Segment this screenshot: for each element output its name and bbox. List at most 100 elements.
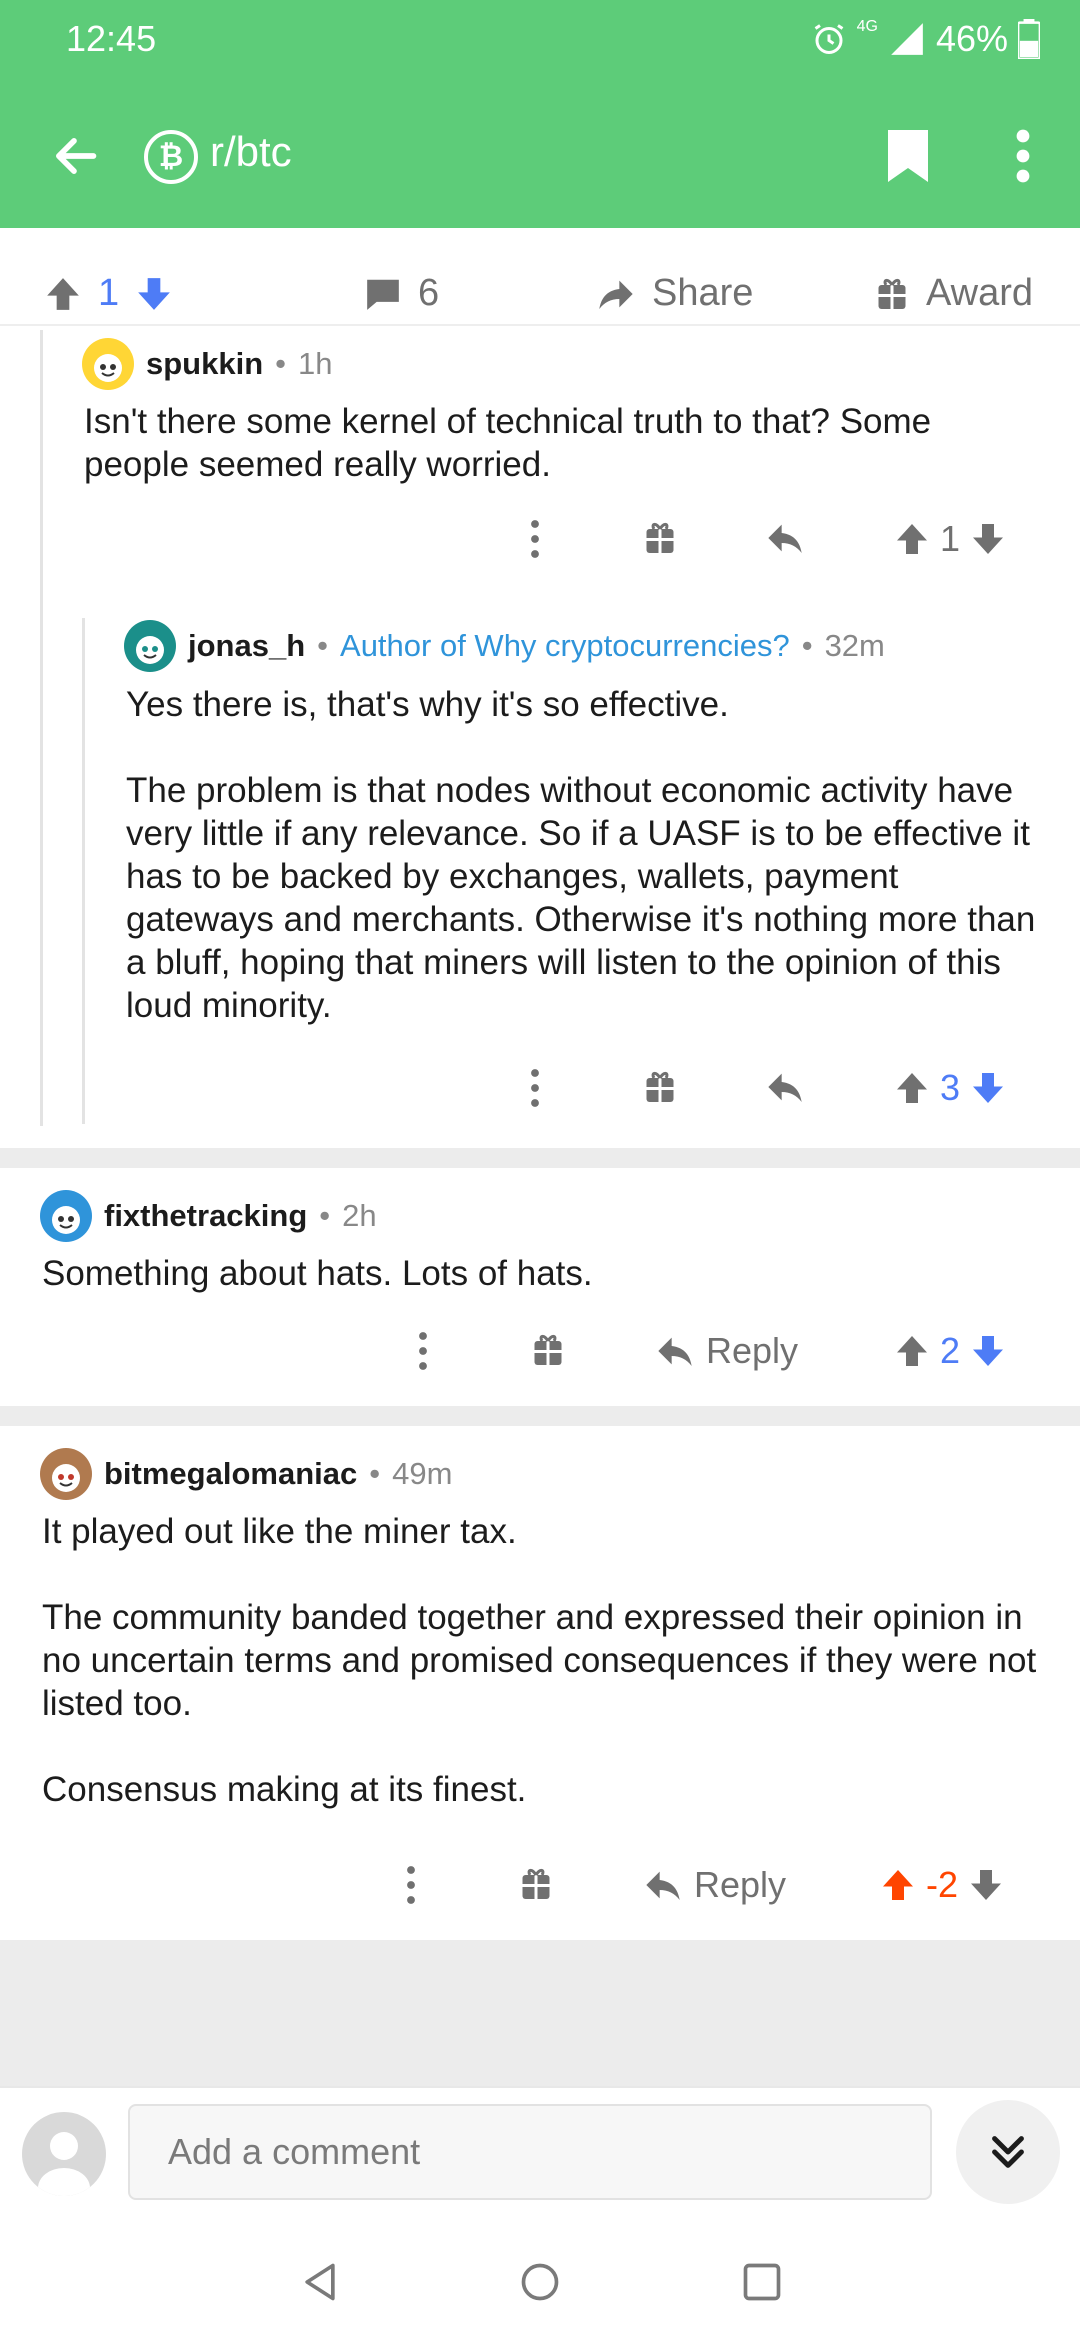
- thread-line: [40, 330, 43, 1126]
- comment-paragraph: Yes there is, that's why it's so effecti…: [126, 685, 729, 724]
- reply-icon[interactable]: [764, 518, 806, 558]
- nav-recents-icon[interactable]: [740, 2260, 784, 2304]
- post-action-bar: 1 6 Share Award: [0, 268, 1080, 326]
- comment-score: 2: [940, 1330, 961, 1371]
- gift-icon[interactable]: [530, 1330, 566, 1370]
- comment-vote: -2: [880, 1864, 1004, 1906]
- comment-composer-bar: Add a comment: [0, 2086, 1080, 2216]
- comments-count: 6: [418, 272, 440, 314]
- comment-input[interactable]: Add a comment: [128, 2104, 932, 2200]
- comment-separator: [0, 1406, 1080, 1426]
- more-options-icon[interactable]: [1008, 128, 1038, 184]
- more-options-icon[interactable]: [396, 1864, 426, 1906]
- comment-header: fixthetracking • 2h: [40, 1190, 377, 1242]
- system-nav-bar: [0, 2216, 1080, 2340]
- comment-actions: Reply 2: [0, 1330, 1080, 1390]
- comment-paragraph: It played out like the miner tax.: [42, 1512, 517, 1551]
- bitcoin-icon[interactable]: ₿: [144, 130, 198, 184]
- jump-to-bottom-button[interactable]: [956, 2100, 1060, 2204]
- comment-paragraph: The problem is that nodes without econom…: [126, 771, 1036, 1025]
- snoo-avatar-icon: [136, 636, 164, 664]
- more-options-icon[interactable]: [520, 518, 550, 560]
- user-avatar[interactable]: [22, 2112, 106, 2196]
- app-header: 12:45 4G 46% ₿ r/btc: [0, 0, 1080, 228]
- comment-score: -2: [926, 1864, 959, 1905]
- comment-author[interactable]: spukkin: [146, 346, 263, 382]
- comment-actions: Reply -2: [0, 1864, 1080, 1924]
- comment-body: Isn't there some kernel of technical tru…: [84, 400, 1024, 486]
- upvote-icon[interactable]: [894, 521, 930, 557]
- comment-bubble-icon: [367, 279, 399, 310]
- comment-score: 3: [940, 1067, 961, 1108]
- award-button[interactable]: Award: [874, 272, 1033, 315]
- dot-separator: •: [275, 346, 287, 381]
- comment-author[interactable]: bitmegalomaniac: [104, 1456, 357, 1492]
- share-icon: [599, 280, 633, 309]
- more-options-icon[interactable]: [408, 1330, 438, 1372]
- comment-time: 49m: [392, 1456, 453, 1491]
- comment-score: 1: [940, 518, 961, 559]
- comment-body: Yes there is, that's why it's so effecti…: [126, 683, 1038, 1027]
- dot-separator: •: [369, 1456, 381, 1491]
- battery-percent: 46%: [935, 18, 1008, 59]
- downvote-icon[interactable]: [970, 1070, 1006, 1106]
- comment-paragraph: The community banded together and expres…: [42, 1598, 1037, 1723]
- downvote-icon[interactable]: [970, 521, 1006, 557]
- upvote-icon[interactable]: [44, 275, 82, 313]
- reply-label: Reply: [706, 1330, 799, 1371]
- avatar[interactable]: [124, 620, 176, 672]
- status-time: 12:45: [66, 18, 157, 59]
- comment-actions: 3: [0, 1067, 1080, 1127]
- comment-actions: 1: [0, 518, 1080, 578]
- bookmark-icon[interactable]: [886, 128, 930, 184]
- status-bar: 12:45 4G 46%: [0, 0, 1080, 80]
- reply-icon: [646, 1871, 680, 1900]
- double-chevron-down-icon: [992, 2136, 1024, 2168]
- avatar[interactable]: [40, 1190, 92, 1242]
- comment-header: bitmegalomaniac • 49m: [40, 1448, 452, 1500]
- gift-icon[interactable]: [642, 1067, 678, 1107]
- reply-icon[interactable]: [764, 1067, 806, 1107]
- comment-time: 1h: [298, 346, 333, 381]
- comment-paragraph: Something about hats. Lots of hats.: [42, 1254, 593, 1293]
- upvote-icon[interactable]: [880, 1867, 916, 1903]
- more-options-icon[interactable]: [520, 1067, 550, 1109]
- comment-author[interactable]: fixthetracking: [104, 1198, 307, 1234]
- nav-back-icon[interactable]: [298, 2260, 342, 2304]
- dot-separator: •: [801, 628, 813, 663]
- comment-body: It played out like the miner tax. The co…: [42, 1510, 1052, 1811]
- comment-paragraph: Isn't there some kernel of technical tru…: [84, 402, 932, 484]
- comment-time: 32m: [824, 628, 885, 663]
- comment-time: 2h: [342, 1198, 377, 1233]
- comment-paragraph: Consensus making at its finest.: [42, 1770, 527, 1809]
- comment-body: Something about hats. Lots of hats.: [42, 1252, 1032, 1295]
- nav-home-icon[interactable]: [518, 2260, 562, 2304]
- subreddit-title[interactable]: r/btc: [210, 128, 292, 176]
- gift-icon[interactable]: [518, 1864, 554, 1904]
- toolbar: ₿ r/btc: [0, 100, 1080, 210]
- award-label: Award: [926, 272, 1034, 314]
- comment-separator: [0, 1148, 1080, 1168]
- arrow-left-icon[interactable]: [48, 130, 100, 182]
- avatar[interactable]: [40, 1448, 92, 1500]
- upvote-icon[interactable]: [894, 1333, 930, 1369]
- dot-separator: •: [319, 1198, 331, 1233]
- alarm-icon: [814, 24, 843, 54]
- downvote-icon[interactable]: [968, 1867, 1004, 1903]
- avatar[interactable]: [82, 338, 134, 390]
- comment-author[interactable]: jonas_h: [188, 628, 305, 664]
- snoo-avatar-icon: [52, 1464, 80, 1492]
- downvote-icon[interactable]: [970, 1333, 1006, 1369]
- comments-count-button[interactable]: 6: [364, 272, 439, 315]
- share-label: Share: [652, 272, 754, 314]
- reply-button[interactable]: Reply: [642, 1864, 786, 1906]
- reply-button[interactable]: Reply: [654, 1330, 798, 1372]
- comment-vote: 1: [894, 518, 1006, 560]
- battery-icon: [1018, 19, 1040, 59]
- upvote-icon[interactable]: [894, 1070, 930, 1106]
- comment-vote: 2: [894, 1330, 1006, 1372]
- downvote-icon[interactable]: [135, 275, 173, 313]
- share-button[interactable]: Share: [596, 272, 753, 315]
- reply-label: Reply: [694, 1864, 787, 1905]
- gift-icon[interactable]: [642, 518, 678, 558]
